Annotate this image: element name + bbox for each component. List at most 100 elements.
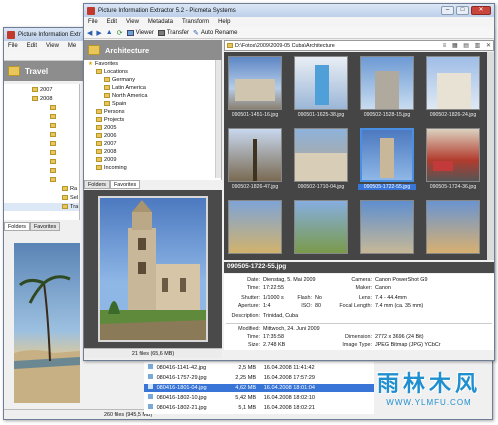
tree-item-germany[interactable]: Germany — [112, 77, 135, 83]
jpg-icon — [148, 374, 153, 379]
folder-icon — [50, 150, 56, 156]
forward-arrow-icon[interactable]: ▶ — [96, 29, 101, 37]
tree-item-incoming[interactable]: Incoming — [104, 165, 127, 171]
thumb-caption: 090501-1451-16.jpg — [231, 112, 279, 118]
back-arrow-icon[interactable]: ◀ — [87, 29, 92, 37]
back-tree-item-selected[interactable]: Tra — [70, 204, 78, 210]
tree-item-latin-america[interactable]: Latin America — [112, 85, 146, 91]
grid-scrollbar[interactable] — [487, 52, 494, 260]
file-name: 080416-1802-21.jpg — [156, 405, 207, 411]
file-list: 080416-1141-42.jpg 2,5 MB 16.04.2008 11:… — [144, 362, 374, 414]
beach-photo — [14, 275, 80, 403]
folder-icon — [8, 66, 20, 76]
thumbnail[interactable]: 090502-1710-04.jpg — [292, 126, 350, 196]
refresh-icon[interactable]: ⟳ — [117, 29, 123, 37]
thumbnail[interactable]: 090502-1528-15.jpg — [358, 54, 416, 124]
file-list-row[interactable]: 080416-1802-10.jpg 5,42 MB 16.04.2008 18… — [144, 394, 374, 402]
file-date: 16.04.2008 18:02:21 — [263, 405, 316, 411]
file-date: 16.04.2008 18:02:10 — [263, 395, 316, 401]
tree-item-2006[interactable]: 2006 — [104, 133, 116, 139]
front-title-bar[interactable]: Picture Information Extractor 5.2 - Picm… — [84, 4, 494, 17]
thumbnail[interactable]: 090502-1826-24.jpg — [424, 54, 482, 124]
file-list-row[interactable]: 080416-1757-29.jpg 2,25 MB 16.04.2008 17… — [144, 374, 374, 382]
back-tree-item[interactable]: Sel — [70, 195, 78, 201]
back-tab-folders[interactable]: Folders — [4, 222, 30, 231]
thumbnail[interactable] — [358, 198, 416, 260]
back-tree-item[interactable]: Ra — [70, 186, 77, 192]
tree-item-locations[interactable]: Locations — [104, 69, 128, 75]
menu-transform[interactable]: Transform — [182, 19, 209, 25]
tab-favorites[interactable]: Favorites — [109, 180, 141, 189]
menu-file[interactable]: File — [88, 19, 98, 25]
file-list-row-selected[interactable]: 080416-1801-04.jpg 4,62 MB 16.04.2008 18… — [144, 384, 374, 392]
folder-icon — [50, 141, 56, 147]
back-tree-item[interactable]: 2008 — [40, 96, 52, 102]
thumbnail[interactable]: 090501-1451-16.jpg — [226, 54, 284, 124]
date-value: Dienstag, 5. Mai 2009 — [263, 277, 316, 283]
auto-rename-label: Auto Rename — [200, 29, 238, 36]
lens-value: 7.4 - 44.4mm — [375, 295, 407, 301]
folder-icon — [96, 157, 102, 163]
view-options-icons[interactable]: ≡ ▦ ▤ ▥ ✕ — [443, 42, 493, 49]
menu-help[interactable]: Help — [218, 19, 230, 25]
menu-edit[interactable]: Edit — [107, 19, 117, 25]
back-menu-view[interactable]: View — [46, 43, 59, 49]
tree-item-north-america[interactable]: North America — [112, 93, 147, 99]
thumbnail-selected[interactable]: 090505-1722-55.jpg — [358, 126, 416, 196]
folder-up-icon[interactable]: ▲ — [106, 29, 113, 36]
thumb-caption: 090502-1528-15.jpg — [363, 112, 411, 118]
folder-icon — [62, 186, 68, 192]
back-menu-edit[interactable]: Edit — [27, 43, 37, 49]
folder-icon — [104, 77, 110, 83]
tree-item-2009[interactable]: 2009 — [104, 157, 116, 163]
tree-item-2007[interactable]: 2007 — [104, 141, 116, 147]
file-date: 16.04.2008 18:01:04 — [263, 385, 316, 391]
back-tree-item[interactable]: 2007 — [40, 87, 52, 93]
flash-value: No — [315, 295, 322, 301]
preview-photo — [98, 196, 208, 342]
minimize-button[interactable]: – — [441, 6, 454, 15]
thumbnail[interactable] — [424, 198, 482, 260]
close-button[interactable]: ✕ — [471, 6, 491, 15]
favorites-tree: ★ Favorites Locations Germany Latin Ameri… — [84, 60, 222, 180]
file-size: 5,42 MB — [235, 395, 257, 401]
maximize-button[interactable]: □ — [456, 6, 469, 15]
thumb-image — [228, 128, 282, 182]
jpg-icon — [148, 394, 153, 399]
tree-item-2005[interactable]: 2005 — [104, 125, 116, 131]
back-tab-favorites[interactable]: Favorites — [29, 222, 61, 231]
thumbnail[interactable]: 090502-1826-47.jpg — [226, 126, 284, 196]
preview-pane — [84, 190, 222, 348]
path-field[interactable]: D:\Fotos\2009\2009-05 Cuba\Architecture — [235, 43, 443, 49]
thumbnail[interactable]: 090501-1625-38.jpg — [292, 54, 350, 124]
back-menu-file[interactable]: File — [8, 43, 18, 49]
tree-item-2008[interactable]: 2008 — [104, 149, 116, 155]
flash-label: Flash: — [297, 295, 312, 301]
viewer-button[interactable]: Viewer — [126, 29, 154, 36]
auto-rename-button[interactable]: ✎ Auto Rename — [193, 29, 238, 37]
tab-folders[interactable]: Folders — [84, 180, 110, 189]
tree-scrollbar[interactable] — [215, 60, 221, 178]
menu-view[interactable]: View — [126, 19, 139, 25]
folder-icon — [104, 85, 110, 91]
tree-item-persons[interactable]: Persons — [104, 109, 125, 115]
camera-label: Camera: — [351, 277, 372, 283]
tree-item-spain[interactable]: Spain — [112, 101, 126, 107]
folder-icon — [32, 96, 38, 102]
back-menu-metadata[interactable]: Me — [68, 43, 76, 49]
thumbnail[interactable]: 090505-1724-36.jpg — [424, 126, 482, 196]
thumbnail[interactable] — [226, 198, 284, 260]
menu-metadata[interactable]: Metadata — [148, 19, 173, 25]
file-list-row[interactable]: 080416-1141-42.jpg 2,5 MB 16.04.2008 11:… — [144, 364, 374, 372]
folder-icon — [96, 165, 102, 171]
favorites-root[interactable]: Favorites — [95, 61, 118, 67]
preview-status-text: 21 files (65,6 MB) — [131, 351, 175, 357]
description-label: Description: — [231, 313, 260, 319]
front-menu-bar: File Edit View Metadata Transform Help — [84, 17, 494, 27]
tree-item-projects[interactable]: Projects — [104, 117, 124, 123]
transfer-button[interactable]: Transfer — [157, 29, 189, 36]
thumb-image — [294, 200, 348, 254]
thumbnail[interactable] — [292, 198, 350, 260]
file-list-row[interactable]: 080416-1802-21.jpg 5,1 MB 16.04.2008 18:… — [144, 404, 374, 412]
front-window: Picture Information Extractor 5.2 - Picm… — [83, 3, 495, 361]
